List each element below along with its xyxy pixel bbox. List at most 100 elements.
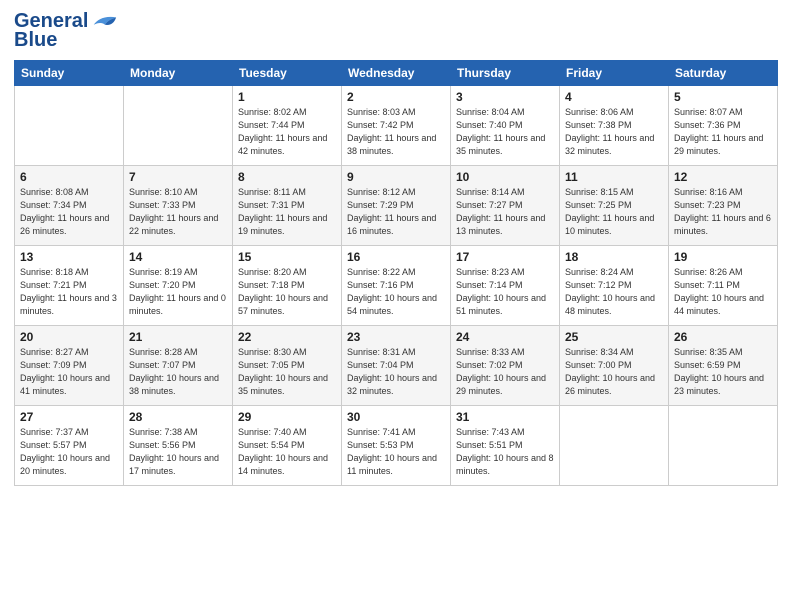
cell-sun-info: Sunrise: 8:03 AMSunset: 7:42 PMDaylight:… — [347, 106, 445, 158]
cell-sun-info: Sunrise: 8:02 AMSunset: 7:44 PMDaylight:… — [238, 106, 336, 158]
calendar-cell: 30Sunrise: 7:41 AMSunset: 5:53 PMDayligh… — [342, 406, 451, 486]
calendar-cell: 4 Sunrise: 8:06 AMSunset: 7:38 PMDaylight… — [560, 86, 669, 166]
calendar-cell: 18 Sunrise: 8:24 AMSunset: 7:12 PMDayligh… — [560, 246, 669, 326]
weekday-header-row: SundayMondayTuesdayWednesdayThursdayFrid… — [15, 61, 778, 86]
day-number: 7 — [129, 170, 227, 184]
day-number: 6 — [20, 170, 118, 184]
calendar-cell: 16Sunrise: 8:22 AMSunset: 7:16 PMDayligh… — [342, 246, 451, 326]
weekday-header-monday: Monday — [124, 61, 233, 86]
cell-sun-info: Sunrise: 8:16 AMSunset: 7:23 PMDaylight:… — [674, 186, 772, 238]
week-row-2: 13Sunrise: 8:18 AMSunset: 7:21 PMDayligh… — [15, 246, 778, 326]
cell-sun-info: Sunrise: 8:08 AMSunset: 7:34 PMDaylight:… — [20, 186, 118, 238]
day-number: 19 — [674, 250, 772, 264]
cell-sun-info: Sunrise: 8:28 AMSunset: 7:07 PMDaylight:… — [129, 346, 227, 398]
calendar-cell: 22Sunrise: 8:30 AMSunset: 7:05 PMDayligh… — [233, 326, 342, 406]
day-number: 3 — [456, 90, 554, 104]
day-number: 20 — [20, 330, 118, 344]
cell-sun-info: Sunrise: 7:41 AMSunset: 5:53 PMDaylight:… — [347, 426, 445, 478]
cell-sun-info: Sunrise: 8:23 AMSunset: 7:14 PMDaylight:… — [456, 266, 554, 318]
weekday-header-saturday: Saturday — [669, 61, 778, 86]
day-number: 25 — [565, 330, 663, 344]
day-number: 17 — [456, 250, 554, 264]
logo: General Blue — [14, 10, 118, 52]
day-number: 22 — [238, 330, 336, 344]
calendar-cell — [124, 86, 233, 166]
calendar-cell: 25 Sunrise: 8:34 AMSunset: 7:00 PMDayligh… — [560, 326, 669, 406]
calendar-cell: 12 Sunrise: 8:16 AMSunset: 7:23 PMDayligh… — [669, 166, 778, 246]
cell-sun-info: Sunrise: 8:22 AMSunset: 7:16 PMDaylight:… — [347, 266, 445, 318]
cell-sun-info: Sunrise: 8:14 AMSunset: 7:27 PMDaylight:… — [456, 186, 554, 238]
day-number: 23 — [347, 330, 445, 344]
calendar-cell: 23 Sunrise: 8:31 AMSunset: 7:04 PMDayligh… — [342, 326, 451, 406]
cell-sun-info: Sunrise: 8:31 AMSunset: 7:04 PMDaylight:… — [347, 346, 445, 398]
day-number: 26 — [674, 330, 772, 344]
calendar-cell: 15 Sunrise: 8:20 AMSunset: 7:18 PMDayligh… — [233, 246, 342, 326]
calendar-cell: 19 Sunrise: 8:26 AMSunset: 7:11 PMDayligh… — [669, 246, 778, 326]
cell-sun-info: Sunrise: 8:26 AMSunset: 7:11 PMDaylight:… — [674, 266, 772, 318]
calendar-table: SundayMondayTuesdayWednesdayThursdayFrid… — [14, 60, 778, 486]
calendar-cell: 27Sunrise: 7:37 AMSunset: 5:57 PMDayligh… — [15, 406, 124, 486]
day-number: 29 — [238, 410, 336, 424]
calendar-cell: 17 Sunrise: 8:23 AMSunset: 7:14 PMDayligh… — [451, 246, 560, 326]
calendar-cell: 1 Sunrise: 8:02 AMSunset: 7:44 PMDaylight… — [233, 86, 342, 166]
calendar-cell: 11Sunrise: 8:15 AMSunset: 7:25 PMDayligh… — [560, 166, 669, 246]
calendar-cell: 3 Sunrise: 8:04 AMSunset: 7:40 PMDaylight… — [451, 86, 560, 166]
calendar-cell: 2 Sunrise: 8:03 AMSunset: 7:42 PMDaylight… — [342, 86, 451, 166]
day-number: 4 — [565, 90, 663, 104]
cell-sun-info: Sunrise: 8:04 AMSunset: 7:40 PMDaylight:… — [456, 106, 554, 158]
calendar-cell: 13Sunrise: 8:18 AMSunset: 7:21 PMDayligh… — [15, 246, 124, 326]
day-number: 12 — [674, 170, 772, 184]
calendar-cell: 28Sunrise: 7:38 AMSunset: 5:56 PMDayligh… — [124, 406, 233, 486]
calendar-cell: 6 Sunrise: 8:08 AMSunset: 7:34 PMDaylight… — [15, 166, 124, 246]
weekday-header-wednesday: Wednesday — [342, 61, 451, 86]
cell-sun-info: Sunrise: 8:19 AMSunset: 7:20 PMDaylight:… — [129, 266, 227, 318]
day-number: 8 — [238, 170, 336, 184]
calendar-cell: 20 Sunrise: 8:27 AMSunset: 7:09 PMDayligh… — [15, 326, 124, 406]
calendar-cell: 5 Sunrise: 8:07 AMSunset: 7:36 PMDaylight… — [669, 86, 778, 166]
cell-sun-info: Sunrise: 7:38 AMSunset: 5:56 PMDaylight:… — [129, 426, 227, 478]
calendar-cell: 10 Sunrise: 8:14 AMSunset: 7:27 PMDayligh… — [451, 166, 560, 246]
cell-sun-info: Sunrise: 7:40 AMSunset: 5:54 PMDaylight:… — [238, 426, 336, 478]
day-number: 31 — [456, 410, 554, 424]
day-number: 1 — [238, 90, 336, 104]
calendar-cell: 21Sunrise: 8:28 AMSunset: 7:07 PMDayligh… — [124, 326, 233, 406]
logo-bird-icon — [90, 11, 118, 33]
day-number: 18 — [565, 250, 663, 264]
day-number: 24 — [456, 330, 554, 344]
cell-sun-info: Sunrise: 8:20 AMSunset: 7:18 PMDaylight:… — [238, 266, 336, 318]
cell-sun-info: Sunrise: 8:07 AMSunset: 7:36 PMDaylight:… — [674, 106, 772, 158]
day-number: 15 — [238, 250, 336, 264]
calendar-cell: 8 Sunrise: 8:11 AMSunset: 7:31 PMDaylight… — [233, 166, 342, 246]
cell-sun-info: Sunrise: 8:12 AMSunset: 7:29 PMDaylight:… — [347, 186, 445, 238]
day-number: 13 — [20, 250, 118, 264]
calendar-cell: 29 Sunrise: 7:40 AMSunset: 5:54 PMDayligh… — [233, 406, 342, 486]
day-number: 27 — [20, 410, 118, 424]
week-row-1: 6 Sunrise: 8:08 AMSunset: 7:34 PMDaylight… — [15, 166, 778, 246]
calendar-cell — [560, 406, 669, 486]
week-row-4: 27Sunrise: 7:37 AMSunset: 5:57 PMDayligh… — [15, 406, 778, 486]
cell-sun-info: Sunrise: 8:11 AMSunset: 7:31 PMDaylight:… — [238, 186, 336, 238]
calendar-cell: 7 Sunrise: 8:10 AMSunset: 7:33 PMDaylight… — [124, 166, 233, 246]
day-number: 14 — [129, 250, 227, 264]
calendar-cell: 14 Sunrise: 8:19 AMSunset: 7:20 PMDayligh… — [124, 246, 233, 326]
cell-sun-info: Sunrise: 8:24 AMSunset: 7:12 PMDaylight:… — [565, 266, 663, 318]
day-number: 5 — [674, 90, 772, 104]
cell-sun-info: Sunrise: 8:27 AMSunset: 7:09 PMDaylight:… — [20, 346, 118, 398]
calendar-cell: 26 Sunrise: 8:35 AMSunset: 6:59 PMDayligh… — [669, 326, 778, 406]
weekday-header-friday: Friday — [560, 61, 669, 86]
cell-sun-info: Sunrise: 8:33 AMSunset: 7:02 PMDaylight:… — [456, 346, 554, 398]
weekday-header-thursday: Thursday — [451, 61, 560, 86]
calendar-cell: 31Sunrise: 7:43 AMSunset: 5:51 PMDayligh… — [451, 406, 560, 486]
calendar-cell — [15, 86, 124, 166]
weekday-header-sunday: Sunday — [15, 61, 124, 86]
cell-sun-info: Sunrise: 8:34 AMSunset: 7:00 PMDaylight:… — [565, 346, 663, 398]
week-row-3: 20 Sunrise: 8:27 AMSunset: 7:09 PMDayligh… — [15, 326, 778, 406]
cell-sun-info: Sunrise: 8:06 AMSunset: 7:38 PMDaylight:… — [565, 106, 663, 158]
cell-sun-info: Sunrise: 8:35 AMSunset: 6:59 PMDaylight:… — [674, 346, 772, 398]
day-number: 2 — [347, 90, 445, 104]
day-number: 9 — [347, 170, 445, 184]
cell-sun-info: Sunrise: 8:10 AMSunset: 7:33 PMDaylight:… — [129, 186, 227, 238]
calendar-cell: 9 Sunrise: 8:12 AMSunset: 7:29 PMDaylight… — [342, 166, 451, 246]
cell-sun-info: Sunrise: 8:15 AMSunset: 7:25 PMDaylight:… — [565, 186, 663, 238]
day-number: 10 — [456, 170, 554, 184]
